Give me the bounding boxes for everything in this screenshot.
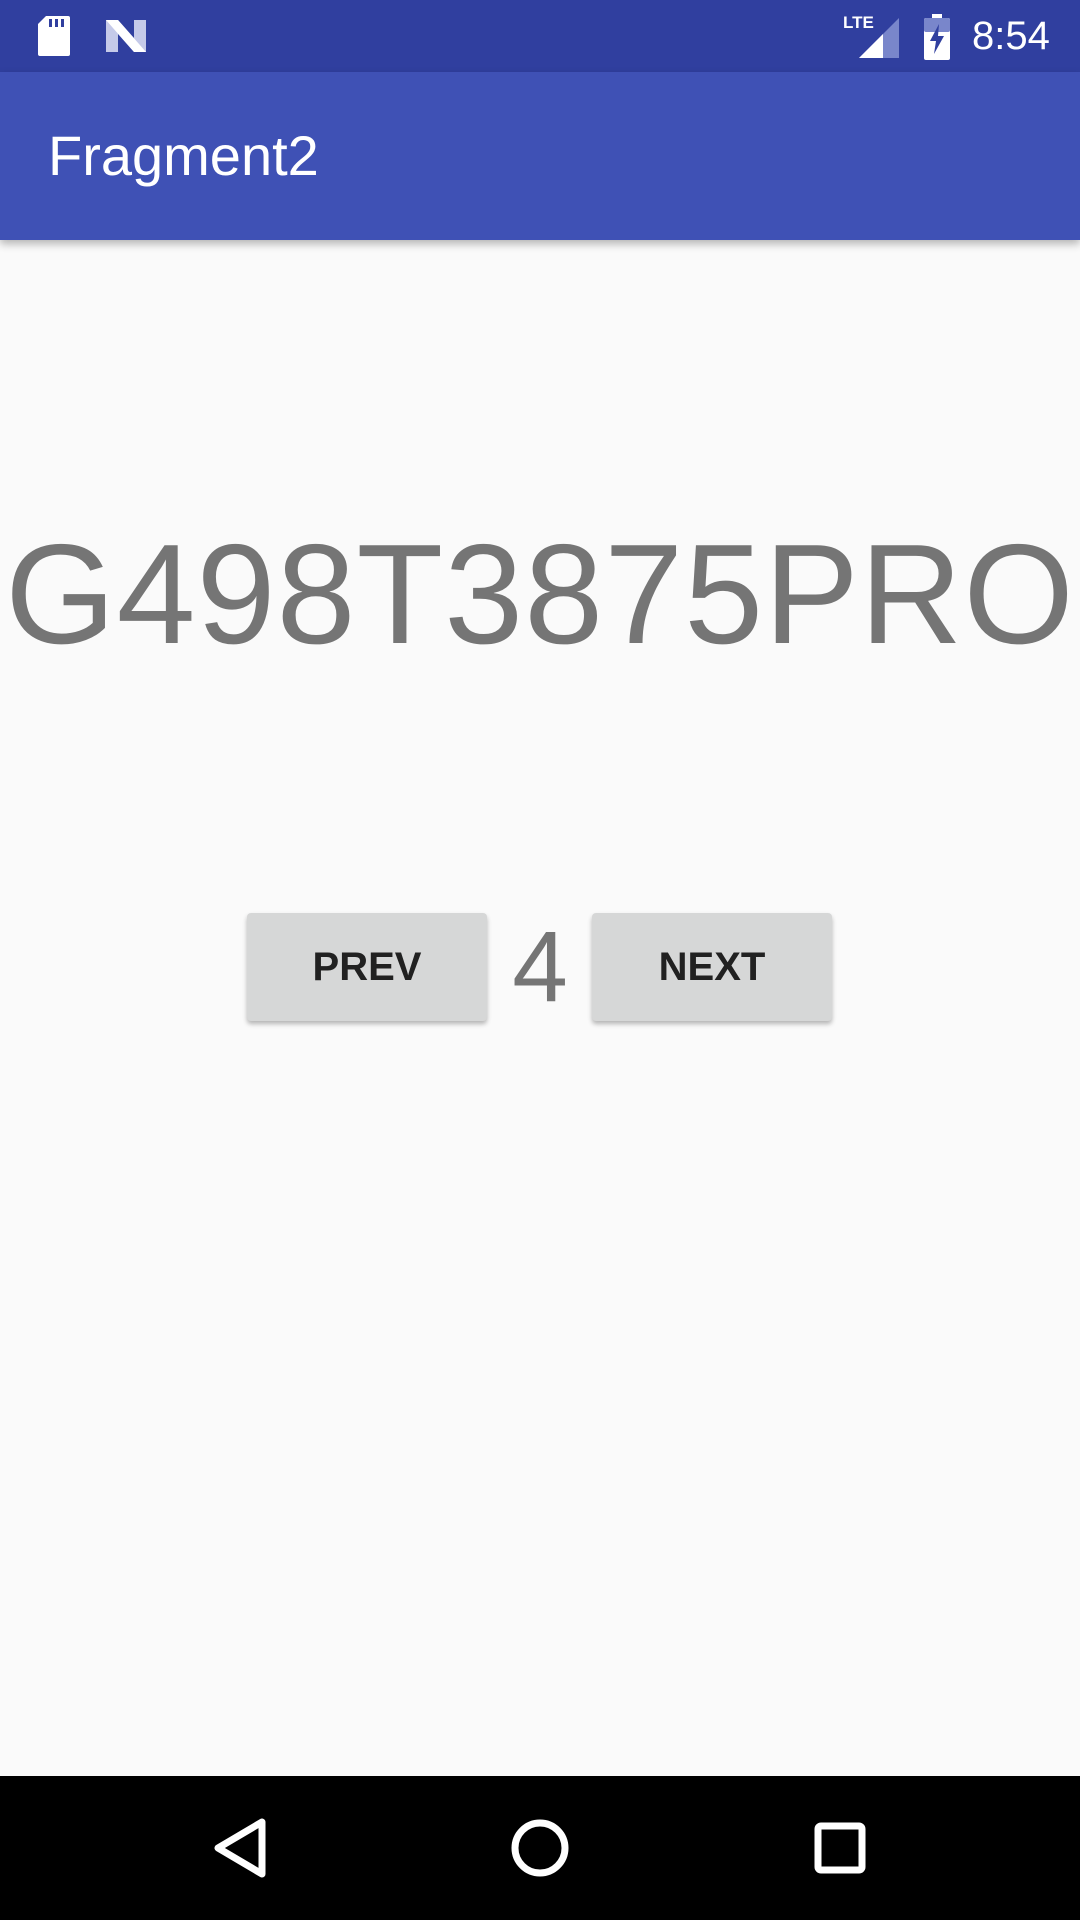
n-logo-icon (106, 20, 146, 52)
app-bar: Fragment2 (0, 72, 1080, 240)
home-icon[interactable] (490, 1798, 590, 1898)
main-content: G498T3875PRO PREV 4 NEXT (0, 240, 1080, 1776)
screen: LTE 8:54 Fragment2 G498T3875PRO PREV 4 N… (0, 0, 1080, 1920)
back-icon[interactable] (190, 1798, 290, 1898)
lte-signal-icon: LTE (843, 13, 899, 58)
page-title: Fragment2 (48, 124, 319, 187)
pager-controls: PREV 4 NEXT (0, 911, 1080, 1025)
code-display: G498T3875PRO (5, 515, 1075, 674)
battery-charging-icon (924, 14, 950, 60)
page-number: 4 (512, 911, 568, 1023)
next-button[interactable]: NEXT (592, 913, 832, 1021)
svg-text:LTE: LTE (843, 13, 874, 32)
recents-icon[interactable] (790, 1798, 890, 1898)
status-clock: 8:54 (972, 14, 1050, 58)
status-bar: LTE 8:54 (0, 0, 1080, 72)
system-nav-bar (0, 1776, 1080, 1920)
prev-button[interactable]: PREV (247, 913, 487, 1021)
sd-card-icon (38, 16, 70, 56)
